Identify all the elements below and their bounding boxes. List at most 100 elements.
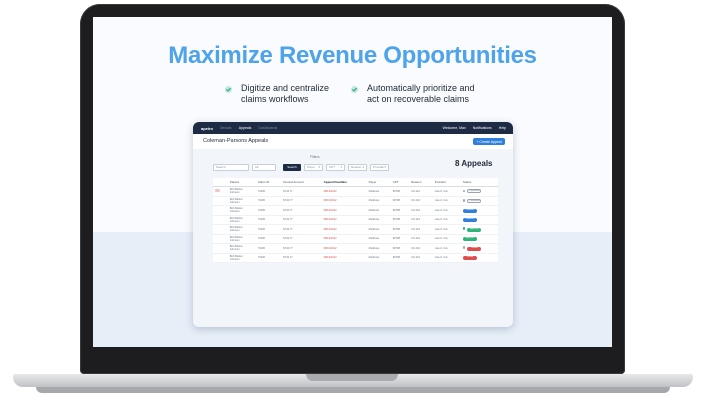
table-row[interactable]: Bob Barker Johnson 73406 $742.77 08/19/2022… [213, 234, 498, 244]
payer-cell: Medicare [366, 186, 391, 197]
provider-filter[interactable]: Provider ▾ [370, 163, 389, 171]
column-appeal-deadline[interactable]: Appeal Deadline [321, 178, 367, 187]
payer-cell: Medicare [366, 234, 391, 244]
status-badge[interactable]: Approved [462, 237, 477, 242]
claim-cell: 73406 [255, 253, 282, 263]
table-row[interactable]: Bob Barker Johnson 73406 $742.77 08/19/2022… [213, 205, 498, 216]
table-row[interactable]: Bob Barker Johnson 73406 $742.77 08/19/2022… [213, 186, 498, 197]
cpt-cell: 99798 [390, 205, 410, 216]
reason-filter[interactable]: Reason ▾ [348, 163, 367, 171]
feature-item: Digitize and centralize claims workflows [225, 83, 351, 105]
amount-cell: $742.77 [281, 224, 322, 235]
cpt-cell: 99798 [390, 253, 410, 263]
column-provider[interactable]: Provider [432, 178, 461, 187]
reason-cell: CO-110 [409, 253, 433, 263]
claim-cell: 73406 [255, 215, 282, 225]
table-row[interactable]: Bob Barker Johnson 73406 $742.77 08/19/2022… [213, 224, 498, 235]
feature-text: Digitize and centralize claims workflows [241, 83, 330, 104]
notifications-link[interactable]: Notifications [473, 126, 492, 130]
payer-cell: Medicare [366, 205, 391, 216]
provider-cell: Lisa Z. Cox [432, 186, 461, 197]
claim-cell: 73406 [255, 205, 282, 216]
table-row[interactable]: Bob Barker Johnson 73406 $742.77 08/19/2022… [213, 243, 498, 254]
status-badge[interactable]: Submitted [462, 208, 477, 213]
chevron-down-icon: ▾ [340, 165, 342, 169]
amount-cell: $742.77 [281, 215, 322, 225]
status-dot-icon [462, 189, 466, 193]
patient-cell[interactable]: Bob Barker Johnson [227, 234, 256, 244]
column-claim-id[interactable]: Claim ID [255, 178, 282, 187]
provider-cell: Lisa Z. Cox [432, 205, 461, 216]
help-link[interactable]: Help [499, 126, 506, 130]
flag-cell [213, 253, 228, 263]
column-payer[interactable]: Payer [366, 178, 391, 187]
deadline-cell: 08/19/2022 [321, 253, 367, 263]
claim-cell: 73406 [255, 234, 282, 244]
table-row[interactable]: Bob Barker Johnson 73406 $742.77 08/19/2022… [213, 253, 498, 263]
patient-cell[interactable]: Bob Barker Johnson [227, 196, 256, 206]
claim-cell: 73406 [255, 196, 282, 206]
column-cpt[interactable]: CPT [390, 178, 410, 187]
status-cell: Denied [460, 243, 498, 254]
status-cell: Completed [460, 186, 498, 197]
headline: Maximize Revenue Opportunities [168, 42, 537, 69]
claim-cell: 73406 [255, 224, 282, 235]
payer-cell: Medicare [366, 215, 391, 225]
cpt-cell: 99798 [390, 215, 410, 225]
nav-denials[interactable]: Denials [220, 126, 232, 130]
cpt-filter[interactable]: CPT ▾ [326, 163, 345, 171]
flag-cell [213, 186, 228, 197]
patient-cell[interactable]: Bob Barker Johnson [227, 186, 256, 197]
status-badge[interactable]: Completed [467, 198, 482, 203]
column-status[interactable]: Status [460, 178, 498, 187]
laptop-screen: Maximize Revenue Opportunities Digitize … [93, 17, 612, 347]
amount-cell: $742.77 [281, 196, 322, 206]
search-button[interactable]: Search [283, 163, 301, 171]
app-logo: apeiro [201, 125, 214, 131]
status-cell: Submitted [460, 205, 498, 216]
table-row[interactable]: Bob Barker Johnson 73406 $742.77 08/19/2022… [213, 215, 498, 225]
status-badge[interactable]: Approved [467, 227, 482, 232]
flag-icon [215, 189, 220, 193]
deadline-cell: 08/19/2022 [321, 215, 367, 225]
location-select[interactable]: All [252, 163, 276, 171]
column-denied-amount[interactable]: Denied Amount [281, 178, 322, 187]
flag-cell [213, 215, 228, 225]
check-icon [225, 86, 232, 93]
patient-cell[interactable]: Bob Barker Johnson [227, 205, 256, 216]
column-reason[interactable]: Reason [409, 178, 433, 187]
check-icon [351, 86, 358, 93]
status-badge[interactable]: Submitted [462, 218, 477, 223]
amount-cell: $742.77 [281, 205, 322, 216]
amount-cell: $742.77 [281, 243, 322, 254]
status-badge[interactable]: Completed [467, 189, 482, 194]
amount-cell: $742.77 [281, 234, 322, 244]
patient-cell[interactable]: Bob Barker Johnson [227, 243, 256, 254]
reason-cell: CO-110 [409, 205, 433, 216]
user-menu[interactable]: Welcome, Max [443, 126, 466, 130]
flag-cell [213, 224, 228, 235]
patient-cell[interactable]: Bob Barker Johnson [227, 224, 256, 235]
search-input[interactable]: Search [213, 163, 249, 171]
claim-cell: 73406 [255, 186, 282, 197]
column-flag [213, 178, 228, 187]
status-cell: Approved [460, 234, 498, 244]
appeals-table: Patient Claim ID Denied Amount Appeal De… [213, 178, 498, 263]
nav-dashboards[interactable]: Dashboards [258, 126, 277, 130]
flag-cell [213, 243, 228, 254]
status-badge[interactable]: Denied [462, 256, 477, 261]
chevron-down-icon: ▾ [318, 165, 320, 169]
flag-cell [213, 196, 228, 206]
column-patient[interactable]: Patient [227, 178, 256, 187]
create-appeal-button[interactable]: + Create Appeal [473, 138, 505, 145]
payer-filter[interactable]: Payer ▾ [304, 163, 323, 171]
provider-cell: Lisa Z. Cox [432, 234, 461, 244]
table-row[interactable]: Bob Barker Johnson 73406 $742.77 08/19/2022… [213, 196, 498, 206]
nav-appeals[interactable]: Appeals [239, 126, 252, 130]
cpt-cell: 99798 [390, 243, 410, 254]
reason-cell: CO-110 [409, 215, 433, 225]
patient-cell[interactable]: Bob Barker Johnson [227, 215, 256, 225]
status-badge[interactable]: Denied [467, 246, 482, 251]
deadline-cell: 08/19/2022 [321, 224, 367, 235]
patient-cell[interactable]: Bob Barker Johnson [227, 253, 256, 263]
